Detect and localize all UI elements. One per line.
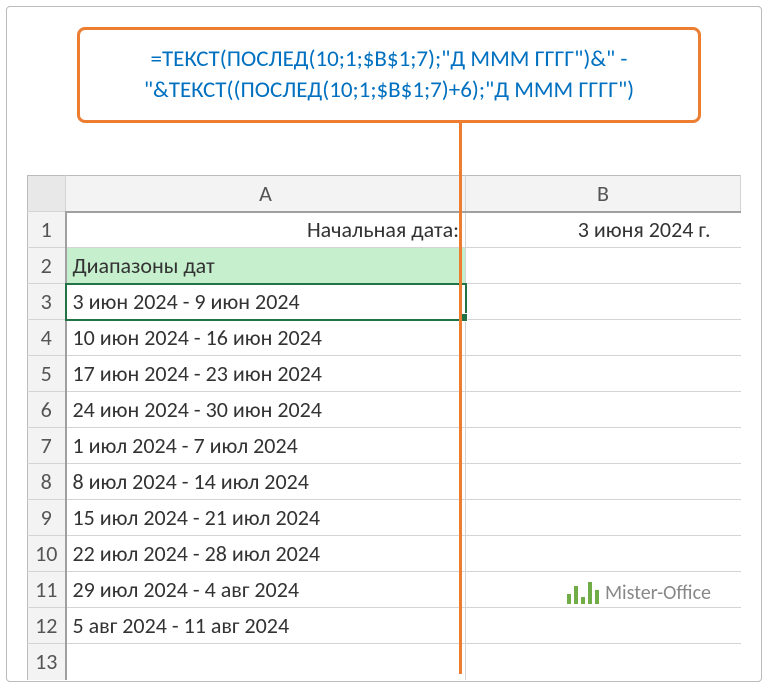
logo-text: Mister-Office [605, 581, 711, 605]
cell-A2[interactable]: Диапазоны дат [66, 248, 466, 284]
cell-A7[interactable]: 1 июл 2024 - 7 июл 2024 [66, 428, 466, 464]
row-header-2[interactable]: 2 [28, 248, 66, 284]
logo-bars-icon [567, 582, 599, 604]
cell-B12[interactable] [466, 608, 741, 644]
cell-B13[interactable] [466, 644, 741, 680]
cell-B4[interactable] [466, 320, 741, 356]
watermark: Mister-Office [567, 581, 711, 605]
formula-text-line1: =ТЕКСТ(ПОСЛЕД(10;1;$B$1;7);"Д МММ ГГГГ")… [100, 44, 678, 75]
formula-callout: =ТЕКСТ(ПОСЛЕД(10;1;$B$1;7);"Д МММ ГГГГ")… [77, 27, 701, 123]
col-header-A[interactable]: A [66, 176, 466, 212]
row-header-8[interactable]: 8 [28, 464, 66, 500]
cell-A8[interactable]: 8 июл 2024 - 14 июл 2024 [66, 464, 466, 500]
row-header-13[interactable]: 13 [28, 644, 66, 680]
cell-B10[interactable] [466, 536, 741, 572]
cell-B7[interactable] [466, 428, 741, 464]
cell-A12[interactable]: 5 авг 2024 - 11 авг 2024 [66, 608, 466, 644]
cell-B9[interactable] [466, 500, 741, 536]
cell-A3[interactable]: 3 июн 2024 - 9 июн 2024 [66, 284, 466, 320]
cell-B1[interactable]: 3 июня 2024 г. [466, 212, 741, 248]
col-header-B[interactable]: B [466, 176, 741, 212]
cell-A5[interactable]: 17 июн 2024 - 23 июн 2024 [66, 356, 466, 392]
cell-B3[interactable] [466, 284, 741, 320]
select-all-corner[interactable] [28, 176, 66, 212]
row-header-6[interactable]: 6 [28, 392, 66, 428]
cell-A6[interactable]: 24 июн 2024 - 30 июн 2024 [66, 392, 466, 428]
formula-text-line2: "&ТЕКСТ((ПОСЛЕД(10;1;$B$1;7)+6);"Д МММ Г… [100, 75, 678, 106]
row-header-9[interactable]: 9 [28, 500, 66, 536]
cell-A9[interactable]: 15 июл 2024 - 21 июл 2024 [66, 500, 466, 536]
cell-B2[interactable] [466, 248, 741, 284]
cell-B8[interactable] [466, 464, 741, 500]
row-header-1[interactable]: 1 [28, 212, 66, 248]
row-header-12[interactable]: 12 [28, 608, 66, 644]
row-header-7[interactable]: 7 [28, 428, 66, 464]
cell-A10[interactable]: 22 июл 2024 - 28 июл 2024 [66, 536, 466, 572]
cell-A13[interactable] [66, 644, 466, 680]
cell-A1[interactable]: Начальная дата: [66, 212, 466, 248]
cell-A4[interactable]: 10 июн 2024 - 16 июн 2024 [66, 320, 466, 356]
row-header-3[interactable]: 3 [28, 284, 66, 320]
row-header-10[interactable]: 10 [28, 536, 66, 572]
callout-arrow-line [459, 114, 462, 674]
cell-A11[interactable]: 29 июл 2024 - 4 авг 2024 [66, 572, 466, 608]
row-header-4[interactable]: 4 [28, 320, 66, 356]
cell-B5[interactable] [466, 356, 741, 392]
cell-B6[interactable] [466, 392, 741, 428]
row-header-5[interactable]: 5 [28, 356, 66, 392]
row-header-11[interactable]: 11 [28, 572, 66, 608]
